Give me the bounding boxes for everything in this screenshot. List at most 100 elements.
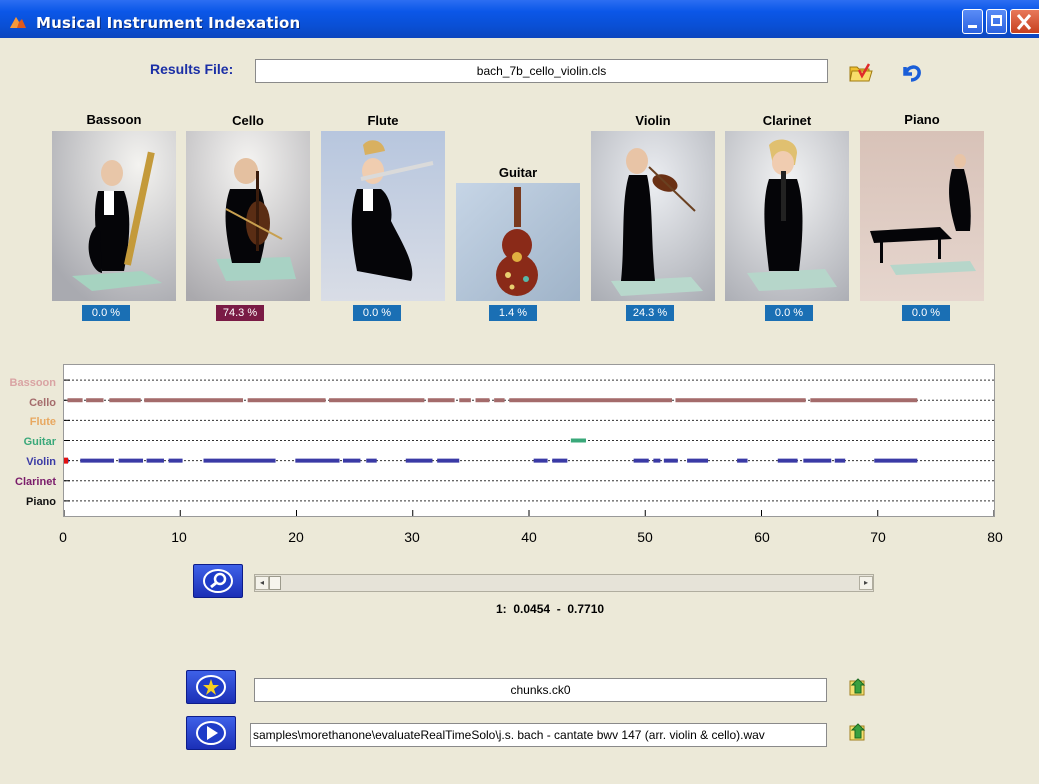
segment-cello xyxy=(494,398,505,403)
clarinet-image xyxy=(725,131,849,301)
segment-cello xyxy=(475,398,490,403)
timeline-plot xyxy=(63,364,995,517)
segment-violin xyxy=(834,458,846,463)
maximize-button[interactable] xyxy=(986,9,1007,34)
guitar-image xyxy=(456,183,580,301)
load-audio-button[interactable] xyxy=(838,716,874,750)
xtick-label: 0 xyxy=(59,529,67,545)
segment-cello xyxy=(329,398,425,403)
chunks-file-field[interactable]: chunks.ck0 xyxy=(254,678,827,702)
piano-image xyxy=(860,131,984,301)
ylabel-bassoon: Bassoon xyxy=(9,377,56,389)
undo-button[interactable] xyxy=(893,55,929,89)
scroll-right-icon[interactable]: ▸ xyxy=(859,576,873,590)
xtick-label: 80 xyxy=(987,529,1003,545)
segment-violin xyxy=(653,458,661,463)
flute-image xyxy=(321,131,445,301)
playhead-marker xyxy=(64,457,68,464)
ylabel-flute: Flute xyxy=(29,416,56,428)
results-file-label: Results File: xyxy=(150,61,234,77)
instrument-label-cello: Cello xyxy=(232,113,264,128)
xtick-label: 10 xyxy=(171,529,187,545)
violin-image xyxy=(591,131,715,301)
segment-cello xyxy=(427,398,455,403)
cello-image xyxy=(186,131,310,301)
play-button[interactable] xyxy=(186,716,236,750)
segment-violin xyxy=(803,458,832,463)
undo-arrow-icon xyxy=(903,65,921,82)
time-range-readout: 1: 0.0454 - 0.7710 xyxy=(496,602,605,616)
segment-cello xyxy=(109,398,141,403)
open-results-button[interactable] xyxy=(842,55,878,89)
segment-cello xyxy=(86,398,104,403)
segment-cello xyxy=(509,398,672,403)
segment-guitar xyxy=(570,438,586,443)
xtick-label: 20 xyxy=(288,529,304,545)
zoom-button[interactable] xyxy=(193,564,243,598)
title-bar: Musical Instrument Indexation xyxy=(0,0,1039,38)
segment-violin xyxy=(146,458,164,463)
segment-violin xyxy=(437,458,460,463)
minimize-button[interactable] xyxy=(962,9,983,34)
xtick-label: 50 xyxy=(637,529,653,545)
segment-violin xyxy=(663,458,678,463)
segment-violin xyxy=(687,458,709,463)
load-chunks-button[interactable] xyxy=(838,671,874,705)
open-folder-icon xyxy=(849,63,873,82)
percent-badge-piano: 0.0 % xyxy=(902,305,950,321)
chunks-button[interactable] xyxy=(186,670,236,704)
instrument-label-clarinet: Clarinet xyxy=(762,113,812,128)
xtick-label: 40 xyxy=(521,529,537,545)
ylabel-violin: Violin xyxy=(26,456,56,468)
segment-violin xyxy=(203,458,276,463)
ylabel-cello: Cello xyxy=(29,397,56,409)
load-arrow-icon xyxy=(849,678,866,696)
segment-cello xyxy=(67,398,83,403)
segment-violin xyxy=(343,458,361,463)
close-button[interactable] xyxy=(1010,9,1039,34)
xtick-label: 60 xyxy=(754,529,770,545)
percent-badge-violin: 24.3 % xyxy=(626,305,674,321)
instrument-label-bassoon: Bassoon xyxy=(86,112,142,127)
segment-cello xyxy=(459,398,471,403)
segment-cello xyxy=(144,398,244,403)
segment-violin xyxy=(80,458,114,463)
percent-badge-clarinet: 0.0 % xyxy=(765,305,813,321)
segment-violin xyxy=(168,458,183,463)
bassoon-image xyxy=(52,131,176,301)
time-scrollbar[interactable]: ◂ ▸ xyxy=(254,574,874,592)
percent-badge-cello: 74.3 % xyxy=(216,305,264,321)
segment-violin xyxy=(633,458,649,463)
percent-badge-bassoon: 0.0 % xyxy=(82,305,130,321)
magnifier-icon xyxy=(203,569,233,593)
load-arrow-icon xyxy=(849,723,866,741)
instrument-label-guitar: Guitar xyxy=(498,165,538,180)
results-file-field[interactable]: bach_7b_cello_violin.cls xyxy=(255,59,828,83)
matlab-logo-icon xyxy=(10,17,26,28)
segment-cello xyxy=(247,398,326,403)
segment-violin xyxy=(737,458,748,463)
ylabel-guitar: Guitar xyxy=(23,436,56,448)
close-icon xyxy=(1016,14,1032,30)
segment-violin xyxy=(118,458,144,463)
xtick-label: 70 xyxy=(870,529,886,545)
segment-violin xyxy=(874,458,918,463)
scroll-thumb[interactable] xyxy=(269,576,281,590)
scroll-left-icon[interactable]: ◂ xyxy=(255,576,269,590)
segment-violin xyxy=(552,458,568,463)
segment-violin xyxy=(366,458,377,463)
ylabel-clarinet: Clarinet xyxy=(15,476,56,488)
window-title: Musical Instrument Indexation xyxy=(36,14,301,32)
star-icon xyxy=(196,675,226,699)
ylabel-piano: Piano xyxy=(26,496,56,508)
segment-cello xyxy=(675,398,806,403)
segment-violin xyxy=(405,458,433,463)
instrument-label-violin: Violin xyxy=(635,113,671,128)
percent-badge-flute: 0.0 % xyxy=(353,305,401,321)
percent-badge-guitar: 1.4 % xyxy=(489,305,537,321)
segment-violin xyxy=(533,458,548,463)
audio-file-field[interactable]: samples\morethanone\evaluateRealTimeSolo… xyxy=(250,723,827,747)
xtick-label: 30 xyxy=(404,529,420,545)
segment-violin xyxy=(295,458,340,463)
segment-violin xyxy=(777,458,798,463)
